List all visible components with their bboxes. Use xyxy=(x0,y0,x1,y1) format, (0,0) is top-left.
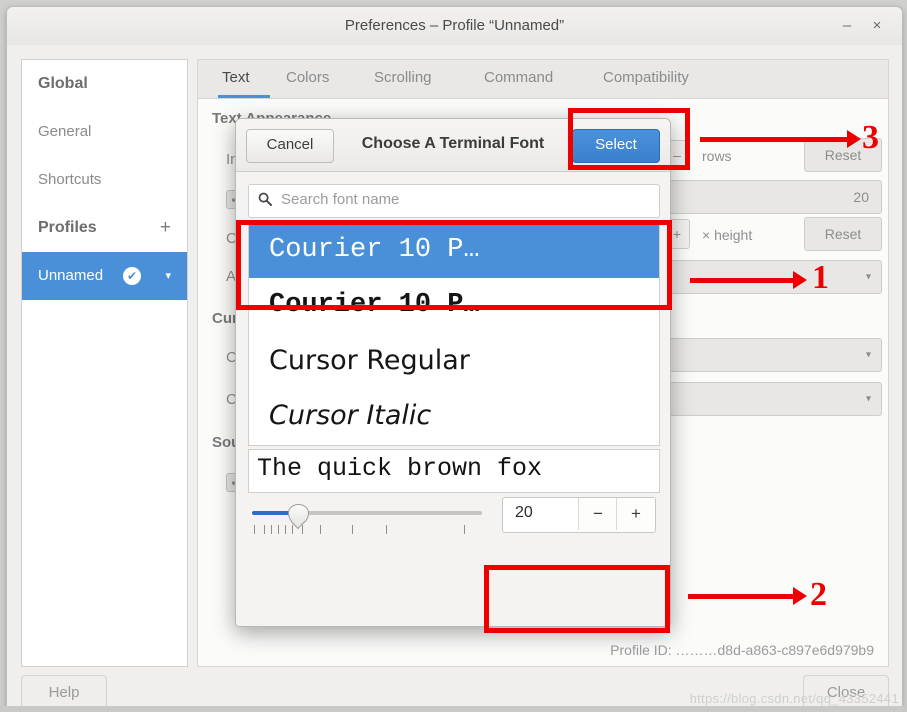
annotation-box-size xyxy=(484,565,670,633)
tab-scrolling[interactable]: Scrolling xyxy=(374,69,432,86)
watermark: https://blog.csdn.net/qq_43352441 xyxy=(689,691,899,706)
chevron-down-icon: ▾ xyxy=(865,393,871,405)
font-preview: The quick brown fox xyxy=(248,449,660,493)
font-list-item[interactable]: Cursor Italic xyxy=(249,388,659,443)
chevron-down-icon: ▾ xyxy=(865,271,871,283)
increase-size-button[interactable]: + xyxy=(616,498,655,530)
screen: Preferences – Profile “Unnamed” – × Glob… xyxy=(0,0,907,712)
annotation-box-selected-font xyxy=(236,220,672,310)
tab-text[interactable]: Text xyxy=(222,69,250,86)
annotation-arrow-1 xyxy=(690,271,807,289)
tab-colors[interactable]: Colors xyxy=(286,69,329,86)
sidebar-header-profiles: Profiles + xyxy=(22,204,187,252)
window-title: Preferences – Profile “Unnamed” xyxy=(344,17,565,34)
height-unit-label: × height xyxy=(702,227,753,243)
sidebar-label-global: Global xyxy=(38,75,88,92)
chevron-down-icon[interactable]: ▾ xyxy=(165,252,171,300)
font-size-label: 20 xyxy=(853,189,869,205)
annotation-arrow-2 xyxy=(688,587,807,605)
font-size-value: 20 xyxy=(515,504,533,521)
minimize-button[interactable]: – xyxy=(836,16,858,38)
active-tab-indicator xyxy=(218,95,270,98)
help-button[interactable]: Help xyxy=(21,675,107,707)
decrease-size-button[interactable]: − xyxy=(578,498,617,530)
sidebar-item-unnamed-profile[interactable]: Unnamed ✔ ▾ xyxy=(22,252,187,300)
sidebar-label-shortcuts: Shortcuts xyxy=(38,171,102,188)
font-chooser-dialog: Cancel Choose A Terminal Font Select Sea… xyxy=(235,118,671,627)
rows-unit-label: rows xyxy=(702,148,732,164)
font-preview-text: The quick brown fox xyxy=(257,454,543,483)
annotation-arrow-3 xyxy=(700,130,861,148)
check-circle-icon: ✔ xyxy=(123,267,141,285)
sidebar-label-unnamed: Unnamed xyxy=(38,267,104,284)
search-placeholder: Search font name xyxy=(281,191,400,208)
bottom-strip xyxy=(0,706,907,712)
search-icon xyxy=(258,192,272,209)
tab-compatibility[interactable]: Compatibility xyxy=(603,69,689,86)
profile-id-text: Profile ID: ………d8d-a863-c897e6d979b9 xyxy=(610,642,874,658)
sidebar-label-profiles: Profiles xyxy=(38,219,97,236)
sidebar: Global General Shortcuts Profiles + Unna… xyxy=(21,59,188,667)
chevron-down-icon: ▾ xyxy=(865,349,871,361)
font-list-item[interactable]: Cursor Regular xyxy=(249,333,659,388)
slider-handle[interactable] xyxy=(288,504,309,525)
help-label: Help xyxy=(48,684,80,701)
reset-mid-label: Reset xyxy=(824,226,862,242)
annotation-number-2: 2 xyxy=(810,576,827,613)
annotation-number-1: 1 xyxy=(812,259,829,296)
sidebar-label-general: General xyxy=(38,123,92,140)
sidebar-item-general[interactable]: General xyxy=(22,108,187,156)
annotation-number-3: 3 xyxy=(862,119,879,156)
title-bar: Preferences – Profile “Unnamed” – × xyxy=(7,7,902,46)
sidebar-item-shortcuts[interactable]: Shortcuts xyxy=(22,156,187,204)
reset-cell-height-button[interactable]: Reset xyxy=(804,217,882,251)
search-input[interactable]: Search font name xyxy=(248,184,660,218)
sidebar-header-global: Global xyxy=(22,60,187,108)
tab-bar: Text Colors Scrolling Command Compatibil… xyxy=(198,60,888,99)
font-size-slider[interactable] xyxy=(252,503,482,537)
add-profile-icon[interactable]: + xyxy=(160,204,171,252)
close-icon[interactable]: × xyxy=(866,16,888,38)
font-size-spinner[interactable]: 20 − + xyxy=(502,497,656,533)
annotation-box-select xyxy=(568,108,690,170)
tab-command[interactable]: Command xyxy=(484,69,553,86)
